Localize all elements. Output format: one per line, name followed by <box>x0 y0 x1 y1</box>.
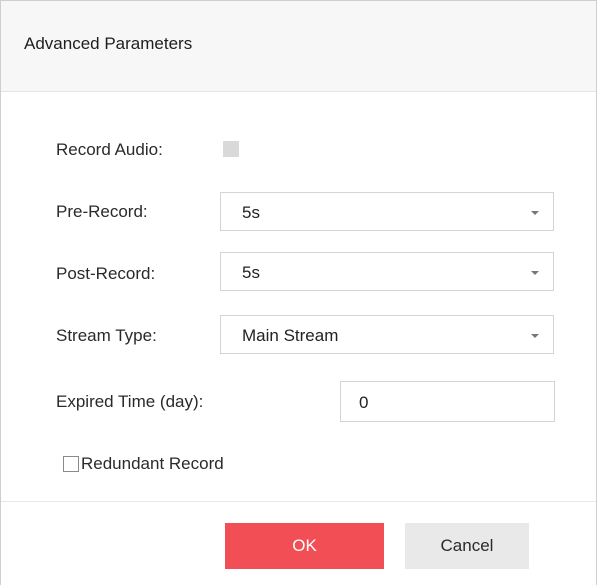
chevron-down-icon <box>531 271 539 275</box>
record-audio-checkbox[interactable] <box>223 141 239 157</box>
dialog-header: Advanced Parameters <box>1 1 596 92</box>
expired-time-input[interactable]: 0 <box>340 381 555 422</box>
pre-record-select[interactable]: 5s <box>220 192 554 231</box>
footer-divider <box>1 501 596 502</box>
pre-record-label: Pre-Record: <box>56 202 148 221</box>
chevron-down-icon <box>531 211 539 215</box>
stream-type-value: Main Stream <box>242 326 339 345</box>
cancel-button[interactable]: Cancel <box>405 523 529 569</box>
expired-time-label: Expired Time (day): <box>56 392 204 411</box>
expired-time-value: 0 <box>359 393 369 412</box>
advanced-parameters-dialog: Advanced Parameters Record Audio: Pre-Re… <box>0 0 597 585</box>
chevron-down-icon <box>531 334 539 338</box>
dialog-title: Advanced Parameters <box>24 34 193 53</box>
post-record-value: 5s <box>242 263 260 282</box>
stream-type-select[interactable]: Main Stream <box>220 315 554 354</box>
ok-button[interactable]: OK <box>225 523 384 569</box>
redundant-record-checkbox[interactable] <box>63 456 79 472</box>
record-audio-label: Record Audio: <box>56 140 163 159</box>
post-record-label: Post-Record: <box>56 264 156 283</box>
pre-record-value: 5s <box>242 203 260 222</box>
redundant-record-label[interactable]: Redundant Record <box>81 454 224 474</box>
stream-type-label: Stream Type: <box>56 326 157 345</box>
post-record-select[interactable]: 5s <box>220 252 554 291</box>
